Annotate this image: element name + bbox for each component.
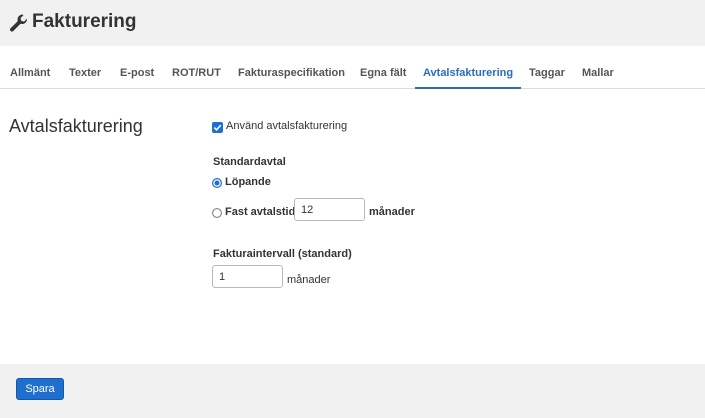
tab-taggar[interactable]: Taggar — [529, 46, 565, 88]
wrench-icon — [10, 14, 28, 32]
tab-texter[interactable]: Texter — [69, 46, 101, 88]
section-title: Avtalsfakturering — [9, 116, 143, 136]
tab-bar: Allmänt Texter E-post ROT/RUT Fakturaspe… — [0, 46, 705, 89]
tab-egna-falt[interactable]: Egna fält — [360, 46, 406, 88]
radio-fixed-label: Fast avtalstid — [225, 206, 296, 218]
interval-unit: månader — [287, 274, 331, 286]
fixed-term-unit: månader — [369, 206, 415, 218]
page-title: Fakturering — [32, 11, 137, 32]
radio-fixed[interactable] — [212, 208, 222, 218]
tab-fakturaspecifikation[interactable]: Fakturaspecifikation — [238, 46, 345, 88]
save-button[interactable]: Spara — [16, 378, 64, 400]
radio-ongoing[interactable] — [212, 178, 222, 188]
tab-mallar[interactable]: Mallar — [582, 46, 614, 88]
fixed-term-input[interactable] — [294, 198, 365, 221]
radio-ongoing-label: Löpande — [225, 176, 271, 188]
tab-e-post[interactable]: E-post — [120, 46, 154, 88]
tab-allmant[interactable]: Allmänt — [10, 46, 50, 88]
tab-avtalsfakturering[interactable]: Avtalsfakturering — [415, 46, 522, 89]
page-header: Fakturering — [0, 0, 705, 46]
default-agreement-label: Standardavtal — [213, 156, 286, 168]
tab-rot-rut[interactable]: ROT/RUT — [172, 46, 221, 88]
interval-input[interactable] — [212, 265, 283, 288]
footer-bar: Spara — [0, 364, 705, 418]
use-agreement-label: Använd avtalsfakturering — [226, 120, 348, 132]
interval-label: Fakturaintervall (standard) — [213, 248, 352, 260]
use-agreement-checkbox[interactable] — [212, 122, 223, 133]
